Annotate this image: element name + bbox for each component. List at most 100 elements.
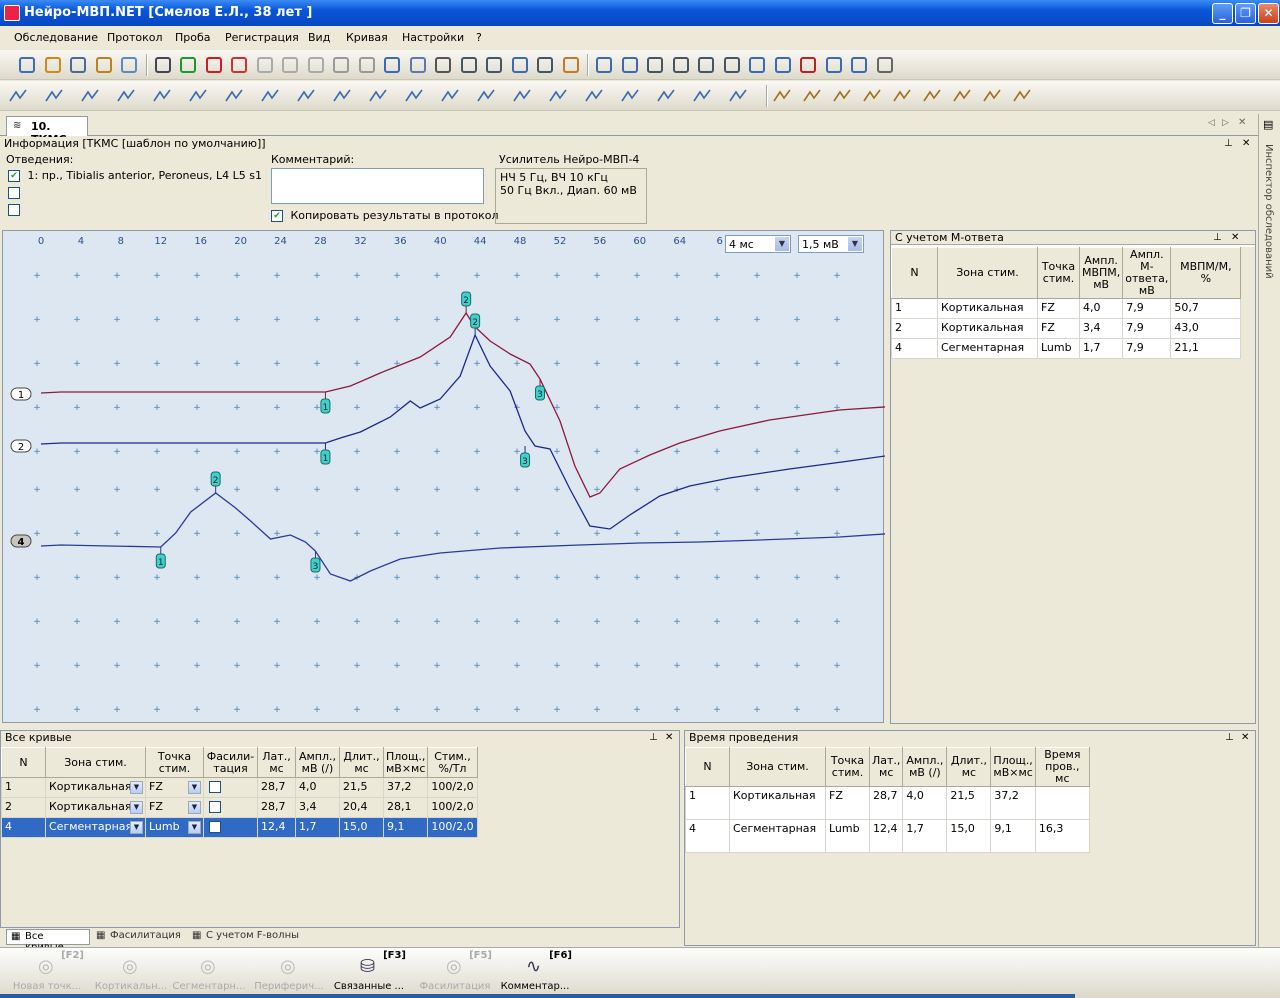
table-cell[interactable]: 7,9 <box>1122 338 1172 359</box>
volume-alt-icon[interactable] <box>619 55 641 75</box>
menu-view[interactable]: Вид <box>308 31 330 44</box>
panel-close-icon[interactable]: ✕ <box>1231 232 1239 243</box>
column-header[interactable]: Зона стим. <box>937 247 1038 299</box>
tab-all-curves[interactable]: ▦Все кривые <box>6 929 90 953</box>
lead2-checkbox[interactable] <box>8 187 20 199</box>
column-header[interactable]: Ампл. МВПМ, мВ <box>1078 247 1124 299</box>
table-cell[interactable]: 4,0 <box>295 777 340 798</box>
table-cell[interactable]: 9,1 <box>990 819 1036 853</box>
column-header[interactable]: Точка стим. <box>145 747 204 778</box>
marker-tool-1-icon[interactable] <box>476 86 506 106</box>
table-cell[interactable]: 3,4 <box>295 797 340 818</box>
column-header[interactable]: Длит., мс <box>339 747 384 778</box>
table-cell[interactable]: Lumb <box>825 819 870 853</box>
column-header[interactable]: Площ., мВ×мс <box>990 747 1036 787</box>
panel-close-icon[interactable]: ✕ <box>1242 138 1250 149</box>
curve-tool-7-icon[interactable] <box>224 86 254 106</box>
curve-tool-1-icon[interactable] <box>8 86 38 106</box>
volume-icon[interactable] <box>593 55 615 75</box>
marker-tool-6-icon[interactable] <box>656 86 686 106</box>
table-row[interactable]: 4 Сегментарная ▼ Lumb ▼ 12,4 1,7 15,0 9,1 100/2,0 <box>1 817 478 838</box>
table-cell[interactable]: FZ ▼ <box>145 777 204 798</box>
table-cell[interactable]: FZ ▼ <box>145 797 204 818</box>
marker-tool-5-icon[interactable] <box>620 86 650 106</box>
curves-svg[interactable]: 0 4 8 12 16 20 24 28 32 36 40 44 48 52 56 60 64 6+ + + + + + + +… <box>3 231 885 724</box>
calculator-icon[interactable] <box>832 86 856 106</box>
sum-icon[interactable] <box>432 55 454 75</box>
facilitation-checkbox[interactable] <box>209 801 221 813</box>
chevron-down-icon[interactable]: ▼ <box>848 237 862 251</box>
table-cell[interactable]: 21,1 <box>1170 338 1242 359</box>
inspector-strip[interactable]: ▤ Инспектор обследований <box>1258 114 1280 998</box>
table-row[interactable]: 4 Сегментарная Lumb 12,4 1,7 15,0 9,1 16,3 <box>685 819 1090 853</box>
table-cell[interactable]: 37,2 <box>382 777 429 798</box>
facilitation-checkbox[interactable] <box>209 821 221 833</box>
table-cell[interactable]: 37,2 <box>990 786 1036 820</box>
arrows-icon[interactable] <box>670 55 692 75</box>
panel-close-icon[interactable]: ✕ <box>1241 732 1249 743</box>
table-cell[interactable]: Lumb <box>1037 338 1080 359</box>
new-exam-icon[interactable] <box>16 55 38 75</box>
curve-tool-8-icon[interactable] <box>260 86 290 106</box>
table-cell[interactable]: 12,4 <box>868 819 904 853</box>
table-cell[interactable]: 100/2,0 <box>427 817 478 838</box>
table-cell[interactable]: Кортикальная <box>937 318 1038 339</box>
zigzag-icon[interactable] <box>404 86 434 106</box>
fkey-button-0[interactable]: [F2] ◎ Новая точк... <box>6 950 88 996</box>
copy-results-checkbox[interactable]: ✔ <box>271 210 283 222</box>
facilitation-checkbox[interactable] <box>209 781 221 793</box>
menu-registration[interactable]: Регистрация <box>225 31 299 44</box>
table-cell[interactable]: 9,1 <box>382 817 429 838</box>
column-header[interactable]: N <box>1 747 46 778</box>
table-cell[interactable]: Кортикальная <box>729 786 826 820</box>
table-cell[interactable]: 1,7 <box>1078 338 1124 359</box>
bars-icon[interactable] <box>407 55 429 75</box>
table-cell[interactable]: 3,4 <box>1078 318 1124 339</box>
tab-facilitation[interactable]: ▦ Фасилитация <box>92 929 185 945</box>
column-header[interactable]: Время пров., мс <box>1034 747 1090 787</box>
wave-alt-icon[interactable] <box>772 55 794 75</box>
marker-tool-7-icon[interactable] <box>692 86 722 106</box>
table-cell[interactable]: 43,0 <box>1170 318 1242 339</box>
fkey-button-5[interactable]: [F5] ◎ Фасилитация <box>414 950 496 996</box>
split-icon[interactable] <box>644 55 666 75</box>
save-icon[interactable] <box>67 55 89 75</box>
table-cell[interactable]: Сегментарная ▼ <box>45 817 146 838</box>
table-cell[interactable]: 28,7 <box>257 777 296 798</box>
table-cell[interactable]: 4 <box>1 817 46 838</box>
table-cell[interactable]: Сегментарная <box>937 338 1038 359</box>
column-header[interactable]: N <box>685 747 730 787</box>
people-icon[interactable] <box>560 55 582 75</box>
menu-settings[interactable]: Настройки <box>402 31 464 44</box>
tab-prev-icon[interactable]: ◁ <box>1208 118 1215 128</box>
lead-row-1[interactable]: ✔ 1: пр., Tibialis anterior, Peroneus, L… <box>8 169 262 182</box>
tab-f-wave[interactable]: ▦ С учетом F-волны <box>188 929 303 945</box>
pin-icon[interactable]: ⊥ <box>1225 732 1234 743</box>
monitor-alt-icon[interactable] <box>356 55 378 75</box>
zero-icon[interactable] <box>152 55 174 75</box>
table-cell[interactable]: 21,5 <box>946 786 992 820</box>
table-cell[interactable]: 15,0 <box>339 817 384 838</box>
record-icon[interactable] <box>203 55 225 75</box>
table-cell[interactable]: 7,9 <box>1122 298 1172 319</box>
table-cell[interactable]: Lumb ▼ <box>145 817 204 838</box>
column-header[interactable]: Ампл. М-ответа, мВ <box>1122 247 1172 299</box>
inspector-icon[interactable]: ▤ <box>1263 118 1273 131</box>
stop-icon[interactable] <box>279 55 301 75</box>
table-cell[interactable]: Кортикальная <box>937 298 1038 319</box>
curve-tool-9-icon[interactable] <box>296 86 326 106</box>
table-cell[interactable]: 1,7 <box>295 817 340 838</box>
open-icon[interactable] <box>42 55 64 75</box>
column-header[interactable]: Фасили-тация <box>203 747 258 778</box>
table-cell[interactable]: 4,0 <box>902 786 948 820</box>
chevron-down-icon[interactable]: ▼ <box>775 237 789 251</box>
table-cell[interactable]: Сегментарная <box>729 819 826 853</box>
table-cell[interactable] <box>203 777 258 798</box>
table-cell[interactable] <box>203 817 258 838</box>
table-cell[interactable]: FZ <box>825 786 870 820</box>
column-header[interactable]: Точка стим. <box>1037 247 1080 299</box>
tab-close-icon[interactable]: ✕ <box>1238 117 1246 128</box>
add-page-icon[interactable] <box>118 55 140 75</box>
menu-examination[interactable]: Обследование <box>14 31 98 44</box>
column-header[interactable]: Лат., мс <box>868 747 904 787</box>
